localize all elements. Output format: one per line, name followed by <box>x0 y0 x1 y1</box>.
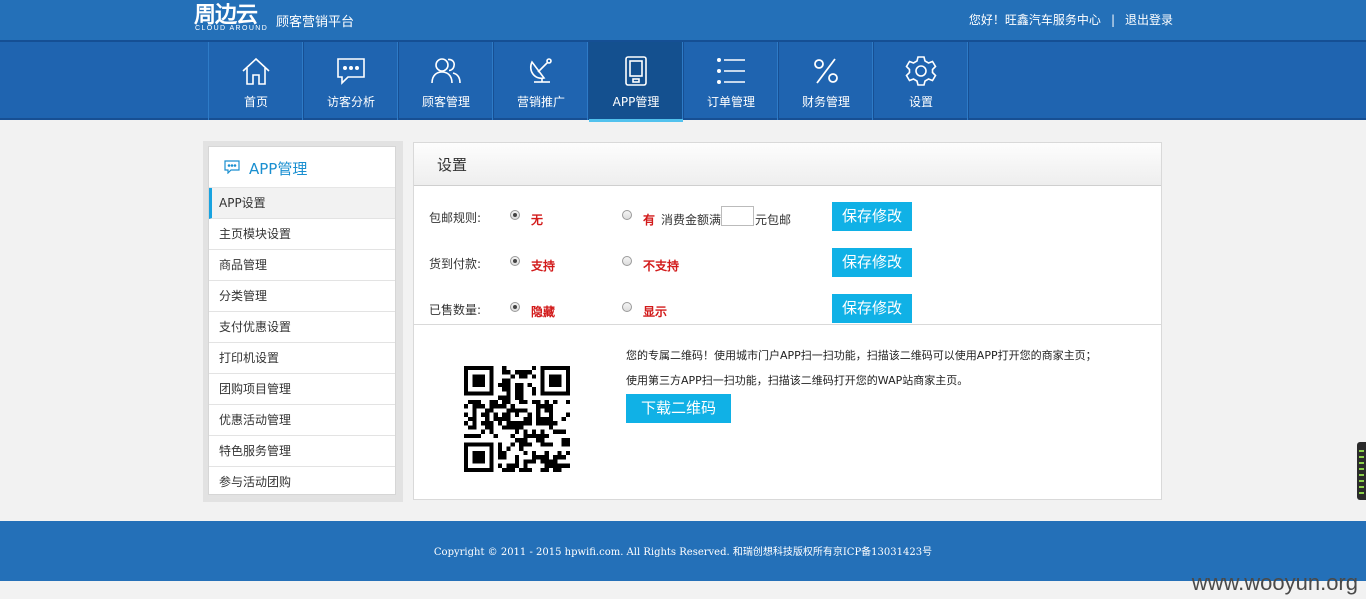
setting-label: 已售数量: <box>429 303 482 317</box>
threshold-label: 消费金额满 <box>661 213 722 227</box>
qr-section: 您的专属二维码！使用城市门户APP扫一扫功能，扫描该二维码可以使用APP打开您的… <box>414 325 1161 500</box>
option-label: 显示 <box>643 305 668 319</box>
qr-description-2: 使用第三方APP扫一扫功能，扫描该二维码打开您的WAP站商家主页。 <box>626 374 969 387</box>
tablet-icon <box>625 56 647 86</box>
setting-label: 包邮规则: <box>429 211 482 225</box>
nav-item-finance[interactable]: 财务管理 <box>779 42 874 120</box>
radio-cod-no-support[interactable] <box>622 256 632 266</box>
save-button[interactable]: 保存修改 <box>832 294 912 323</box>
page-title: 设置 <box>437 156 468 174</box>
sidebar-item-homepage-modules[interactable]: 主页模块设置 <box>209 219 395 250</box>
save-button[interactable]: 保存修改 <box>832 202 912 231</box>
qr-description-1: 您的专属二维码！使用城市门户APP扫一扫功能，扫描该二维码可以使用APP打开您的… <box>626 349 1097 362</box>
settings-form: 包邮规则: 无 有 消费金额满 元包邮 保存修改 货到付款: 支持 不支持 保存… <box>414 186 1161 325</box>
nav-label: 财务管理 <box>801 95 850 109</box>
download-qr-button[interactable]: 下载二维码 <box>626 394 731 423</box>
sidebar-item-activity-group-buy[interactable]: 参与活动团购 <box>209 467 395 498</box>
option-label: 支持 <box>531 259 556 273</box>
radio-cod-support[interactable] <box>510 256 520 266</box>
sidebar-item-featured-services[interactable]: 特色服务管理 <box>209 436 395 467</box>
radio-free-shipping-none[interactable] <box>510 210 520 220</box>
footer: Copyright © 2011 - 2015 hpwifi.com. All … <box>0 521 1366 581</box>
free-shipping-amount-input[interactable] <box>721 206 754 226</box>
sidebar-item-printer[interactable]: 打印机设置 <box>209 343 395 374</box>
sidebar-item-products[interactable]: 商品管理 <box>209 250 395 281</box>
users-icon <box>431 58 461 84</box>
option-label: 隐藏 <box>531 305 556 319</box>
settings-panel: 设置 包邮规则: 无 有 消费金额满 元包邮 保存修改 货到付款: 支持 不支持… <box>413 142 1162 500</box>
sidebar-item-promotions[interactable]: 优惠活动管理 <box>209 405 395 436</box>
nav-label: 访客分析 <box>326 95 375 109</box>
list-icon <box>716 58 745 84</box>
sidebar-item-payment-discounts[interactable]: 支付优惠设置 <box>209 312 395 343</box>
option-label: 有 <box>643 213 656 227</box>
top-bar: 周边云 CLOUD AROUND 顾客营销平台 您好！旺鑫汽车服务中心 | 退出登录 <box>0 0 1366 40</box>
setting-row-free-shipping: 包邮规则: 无 有 消费金额满 元包邮 保存修改 <box>414 201 1163 231</box>
nav-label: APP管理 <box>612 95 660 109</box>
home-icon <box>242 57 270 85</box>
nav-item-customers[interactable]: 顾客管理 <box>399 42 494 120</box>
radio-sold-show[interactable] <box>622 302 632 312</box>
side-widget[interactable] <box>1357 442 1366 500</box>
nav-label: 营销推广 <box>516 95 565 109</box>
nav-item-visitor-analysis[interactable]: 访客分析 <box>304 42 399 120</box>
setting-label: 货到付款: <box>429 257 482 271</box>
panel-header: 设置 <box>414 143 1161 186</box>
nav-item-app-management[interactable]: APP管理 <box>589 42 684 122</box>
sidebar-item-app-settings[interactable]: APP设置 <box>209 188 395 219</box>
chat-icon <box>337 58 365 85</box>
satellite-icon <box>529 58 552 83</box>
radio-sold-hide[interactable] <box>510 302 520 312</box>
option-label: 不支持 <box>643 259 680 273</box>
logo-subtitle: CLOUD AROUND <box>195 25 269 32</box>
nav-item-orders[interactable]: 订单管理 <box>684 42 779 120</box>
percent-icon <box>814 58 838 84</box>
save-button[interactable]: 保存修改 <box>832 248 912 277</box>
nav-label: 首页 <box>243 95 268 109</box>
sidebar-item-categories[interactable]: 分类管理 <box>209 281 395 312</box>
copyright-text: Copyright © 2011 - 2015 hpwifi.com. All … <box>433 547 933 558</box>
header-separator: | <box>1110 13 1115 27</box>
qr-code <box>464 366 570 472</box>
option-label: 无 <box>531 213 544 227</box>
watermark: www.wooyun.org <box>1191 570 1358 595</box>
greeting-text: 您好！旺鑫汽车服务中心 <box>968 13 1101 27</box>
nav-item-home[interactable]: 首页 <box>209 42 304 120</box>
logo[interactable]: 周边云 <box>194 3 258 27</box>
nav-item-marketing[interactable]: 营销推广 <box>494 42 589 120</box>
setting-row-sold-count: 已售数量: 隐藏 显示 保存修改 <box>414 293 1163 323</box>
logout-link[interactable]: 退出登录 <box>1125 13 1173 27</box>
chat-icon <box>224 160 240 174</box>
sidebar-menu: APP设置 主页模块设置 商品管理 分类管理 支付优惠设置 打印机设置 团购项目… <box>209 188 395 498</box>
nav-label: 顾客管理 <box>421 95 470 109</box>
sidebar-item-group-buy[interactable]: 团购项目管理 <box>209 374 395 405</box>
nav-label: 订单管理 <box>706 95 755 109</box>
threshold-unit-label: 元包邮 <box>755 213 792 227</box>
nav-item-settings[interactable]: 设置 <box>874 42 969 120</box>
sidebar-header: APP管理 <box>209 147 395 188</box>
main-nav: 首页 访客分析 顾客管理 营销推广 APP管理 订单管理 财务管理 设置 <box>0 40 1366 122</box>
nav-label: 设置 <box>908 95 933 109</box>
sidebar: APP管理 APP设置 主页模块设置 商品管理 分类管理 支付优惠设置 打印机设… <box>203 141 403 502</box>
user-area: 您好！旺鑫汽车服务中心 | 退出登录 <box>969 12 1173 28</box>
logo-tagline: 顾客营销平台 <box>276 15 355 30</box>
sidebar-title: APP管理 <box>249 160 308 178</box>
setting-row-cash-on-delivery: 货到付款: 支持 不支持 保存修改 <box>414 247 1163 277</box>
radio-free-shipping-yes[interactable] <box>622 210 632 220</box>
gear-icon <box>905 56 937 86</box>
